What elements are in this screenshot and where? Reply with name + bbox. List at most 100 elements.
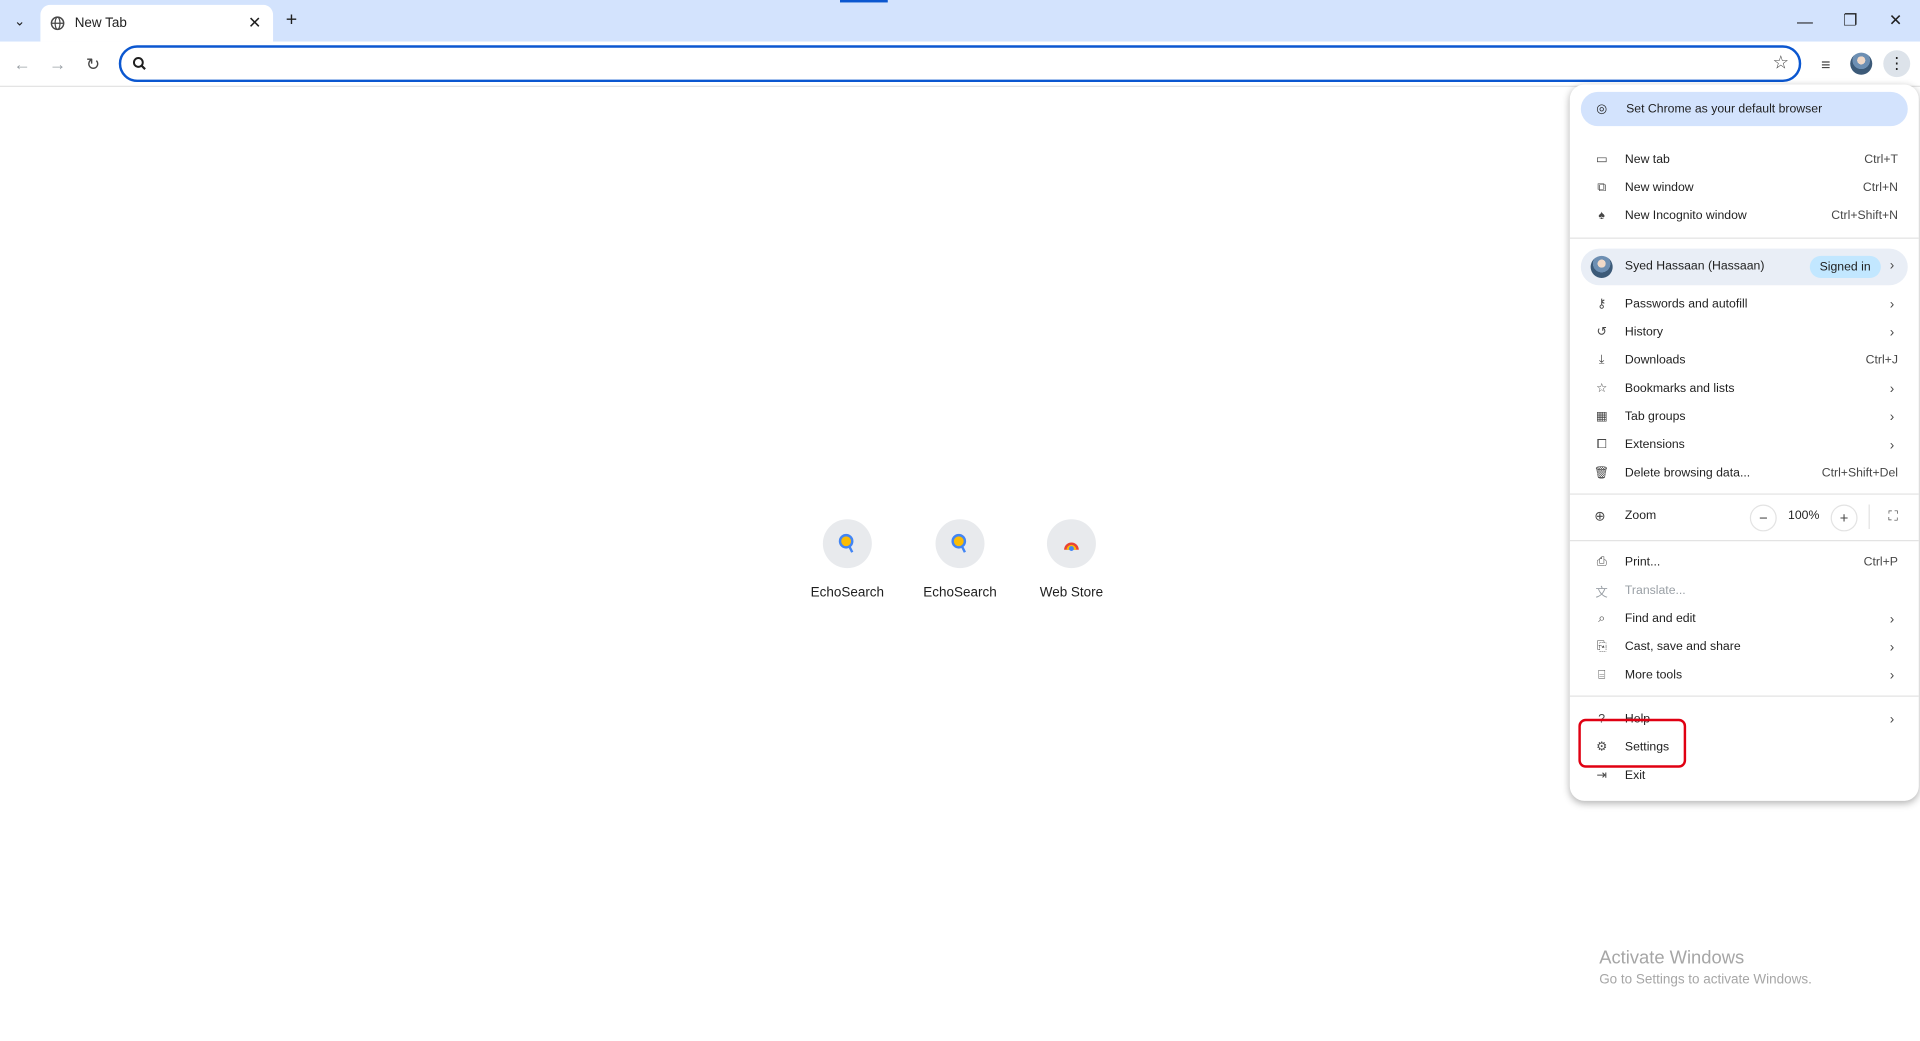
echosearch-icon [822, 519, 872, 569]
activate-windows-subtitle: Go to Settings to activate Windows. [1599, 972, 1812, 987]
menu-label: Bookmarks and lists [1624, 382, 1735, 396]
find-icon: ⌕ [1598, 612, 1606, 626]
zoom-in-button[interactable]: + [1830, 504, 1858, 532]
menu-label: New window [1624, 181, 1694, 195]
toolbox-icon: ⌸ [1597, 668, 1606, 683]
chevron-right-icon: › [1889, 712, 1895, 727]
avatar [1590, 255, 1613, 278]
chevron-right-icon: › [1889, 381, 1895, 397]
settings-highlight-annotation [1578, 718, 1687, 768]
shortcut-label: EchoSearch [810, 585, 885, 601]
chevron-right-icon: › [1889, 258, 1895, 274]
web-store-icon [1046, 519, 1096, 569]
chevron-right-icon: › [1889, 667, 1895, 683]
echosearch-icon [935, 519, 985, 569]
menu-label: Exit [1624, 768, 1646, 783]
menu-item-more-tools[interactable]: ⌸ More tools › [1570, 661, 1919, 689]
menu-item-find-edit[interactable]: ⌕ Find and edit › [1570, 605, 1919, 633]
menu-item-passwords[interactable]: ⚷ Passwords and autofill › [1570, 290, 1919, 318]
menu-divider [1569, 540, 1919, 542]
menu-shortcut: Ctrl+T [1864, 153, 1898, 167]
reading-list-icon[interactable]: ≡ [1812, 50, 1839, 77]
download-icon: ⤓ [1598, 353, 1605, 368]
minimize-button[interactable]: — [1785, 7, 1824, 34]
signed-in-badge: Signed in [1809, 255, 1881, 278]
menu-shortcut: Ctrl+Shift+Del [1821, 466, 1898, 481]
fullscreen-icon[interactable]: ⛶ [1881, 504, 1905, 528]
default-banner-label: Set Chrome as your default browser [1626, 102, 1823, 116]
chevron-right-icon: › [1889, 437, 1895, 453]
menu-label: Find and edit [1624, 612, 1696, 626]
menu-kebab-icon[interactable]: ⋮ [1883, 50, 1911, 78]
shortcut-echosearch-1[interactable]: EchoSearch [798, 519, 896, 600]
tab-search-chevron-icon[interactable]: ⌄ [5, 7, 34, 34]
chevron-right-icon: › [1889, 296, 1895, 312]
cast-icon: ⎘ [1596, 640, 1607, 654]
zoom-icon: ⊕ [1594, 509, 1606, 525]
menu-item-new-tab[interactable]: ▭ New tab Ctrl+T [1570, 146, 1919, 174]
chevron-right-icon: › [1889, 409, 1895, 425]
printer-icon: ⎙ [1596, 555, 1607, 570]
menu-item-print[interactable]: ⎙ Print... Ctrl+P [1570, 549, 1919, 577]
close-window-button[interactable]: ✕ [1876, 7, 1915, 34]
new-tab-button[interactable]: + [279, 9, 303, 33]
menu-item-incognito[interactable]: ♠ New Incognito window Ctrl+Shift+N [1570, 202, 1919, 230]
history-icon: ↺ [1596, 325, 1607, 340]
address-input[interactable] [155, 50, 1753, 80]
menu-item-translate[interactable]: 文 Translate... [1570, 577, 1919, 605]
menu-divider [1569, 493, 1919, 495]
restore-button[interactable]: ❐ [1831, 7, 1870, 34]
shortcut-web-store[interactable]: Web Store [1022, 519, 1120, 600]
menu-label: Passwords and autofill [1624, 297, 1748, 312]
menu-label: Delete browsing data... [1624, 466, 1751, 481]
menu-label: Zoom [1624, 509, 1657, 523]
globe-icon [50, 16, 65, 31]
menu-item-zoom: ⊕ Zoom − 100% + ⛶ [1570, 502, 1919, 532]
avatar [1850, 52, 1873, 75]
key-icon: ⚷ [1597, 297, 1607, 312]
menu-label: New Incognito window [1624, 209, 1747, 223]
menu-item-profile[interactable]: Syed Hassaan (Hassaan) Signed in › [1580, 248, 1908, 286]
new-window-icon: ⧉ [1597, 181, 1607, 195]
menu-label: History [1624, 325, 1664, 340]
zoom-out-button[interactable]: − [1749, 504, 1777, 532]
menu-label: Print... [1624, 555, 1661, 570]
shortcut-echosearch-2[interactable]: EchoSearch [911, 519, 1009, 600]
reload-button[interactable]: ↻ [80, 50, 107, 77]
menu-shortcut: Ctrl+Shift+N [1831, 209, 1898, 223]
menu-item-new-window[interactable]: ⧉ New window Ctrl+N [1570, 174, 1919, 202]
omnibox[interactable]: ☆ [118, 45, 1802, 83]
title-bar: ⌄ New Tab ✕ + — ❐ ✕ [0, 0, 1920, 42]
trash-icon: 🗑 [1593, 466, 1610, 481]
menu-item-extensions[interactable]: ⧠ Extensions › [1570, 431, 1919, 459]
back-button[interactable]: ← [9, 50, 36, 77]
forward-button[interactable]: → [44, 50, 71, 77]
puzzle-icon: ⧠ [1596, 438, 1607, 452]
menu-item-cast[interactable]: ⎘ Cast, save and share › [1570, 633, 1919, 661]
translate-icon: 文 [1595, 586, 1608, 601]
menu-item-downloads[interactable]: ⤓ Downloads Ctrl+J [1570, 347, 1919, 375]
incognito-icon: ♠ [1598, 209, 1605, 223]
tab-new-tab[interactable]: New Tab ✕ [40, 4, 274, 42]
search-icon [132, 57, 146, 70]
activate-windows-title: Activate Windows [1599, 947, 1745, 969]
shortcut-label: Web Store [1039, 585, 1104, 601]
new-tab-icon: ▭ [1595, 153, 1608, 167]
shortcut-label: EchoSearch [923, 585, 997, 601]
menu-shortcut: Ctrl+P [1863, 555, 1898, 570]
set-default-browser-item[interactable]: ◎ Set Chrome as your default browser [1580, 91, 1908, 127]
chevron-right-icon: › [1889, 325, 1895, 340]
tab-close-icon[interactable]: ✕ [244, 12, 266, 34]
bookmark-star-icon[interactable]: ☆ [1773, 51, 1789, 74]
profile-avatar[interactable] [1848, 50, 1875, 77]
menu-item-tab-groups[interactable]: ▦ Tab groups › [1570, 403, 1919, 431]
menu-divider [1569, 237, 1919, 239]
menu-item-history[interactable]: ↺ History › [1570, 318, 1919, 346]
zoom-value: 100% [1788, 509, 1820, 523]
chevron-right-icon: › [1889, 611, 1895, 627]
exit-icon: ⇥ [1596, 768, 1607, 783]
tab-title: New Tab [74, 15, 127, 31]
toolbar: ← → ↻ ☆ ≡ ⋮ [0, 41, 1920, 87]
menu-item-delete-data[interactable]: 🗑 Delete browsing data... Ctrl+Shift+Del [1570, 459, 1919, 487]
menu-item-bookmarks[interactable]: ☆ Bookmarks and lists › [1570, 375, 1919, 403]
